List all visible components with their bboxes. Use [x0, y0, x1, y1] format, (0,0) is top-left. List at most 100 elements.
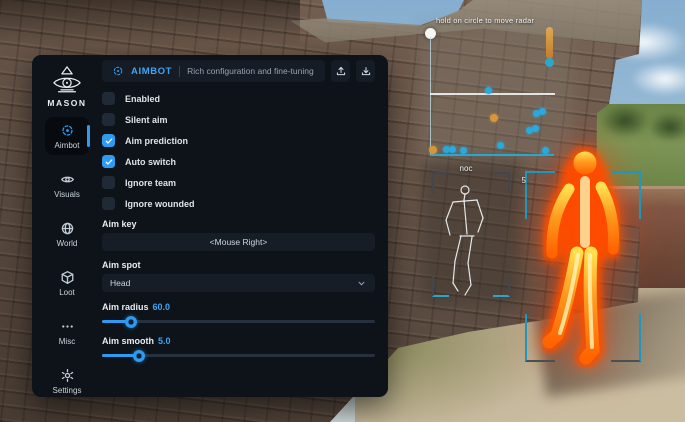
globe-icon — [60, 221, 75, 236]
skeleton-esp: noc 5 — [432, 166, 516, 300]
tree — [648, 112, 685, 142]
slider-track[interactable] — [102, 320, 375, 323]
checkbox-label: Enabled — [125, 94, 160, 104]
sidebar-item-label: Visuals — [54, 190, 80, 199]
checkbox-label: Ignore wounded — [125, 199, 195, 209]
slider-value: 60.0 — [153, 302, 171, 312]
radar-midline — [430, 93, 555, 95]
sidebar-item-visuals[interactable]: Visuals — [45, 166, 89, 204]
upload-config-button[interactable] — [331, 60, 350, 82]
section-header: AIMBOT Rich configuration and fine-tunin… — [102, 60, 325, 82]
upload-icon — [335, 65, 347, 77]
radar-dot-orange — [490, 114, 498, 122]
radar-dot-cyan — [485, 87, 492, 94]
eye-icon — [60, 172, 75, 187]
sidebar-nav: Aimbot Visuals World Loot Misc Settings — [32, 117, 102, 400]
header-divider — [179, 66, 180, 77]
checkbox[interactable] — [102, 176, 115, 189]
game-screen: hold on circle to move radar noc 5 — [0, 0, 685, 422]
radar-dot-orange — [429, 146, 437, 154]
chevron-down-icon — [356, 278, 367, 289]
all-seeing-eye-icon — [48, 65, 86, 95]
radar-dot-cyan — [542, 147, 549, 154]
checkbox[interactable] — [102, 134, 115, 147]
tree — [600, 104, 650, 138]
reticle-icon — [112, 65, 124, 77]
sidebar-item-label: World — [57, 239, 78, 248]
sidebar-item-label: Aimbot — [55, 141, 80, 150]
checkbox-label: Aim prediction — [125, 136, 188, 146]
section-title: AIMBOT — [131, 66, 172, 77]
radar-dot-cyan — [460, 147, 467, 154]
aim-spot-select[interactable]: Head — [102, 274, 375, 292]
download-icon — [360, 65, 372, 77]
slider-thumb[interactable] — [125, 316, 137, 328]
dots-icon — [60, 319, 75, 334]
check-icon — [104, 136, 114, 146]
slider-label: Aim radius — [102, 302, 149, 312]
radar-bottom-border — [430, 154, 554, 156]
checkbox-row-auto-switch[interactable]: Auto switch — [102, 155, 375, 168]
aim-key-label: Aim key — [102, 219, 375, 229]
cloud — [630, 62, 685, 96]
radar-dot-cyan — [539, 108, 546, 115]
checkbox[interactable] — [102, 92, 115, 105]
crosshair-icon — [60, 123, 75, 138]
aim-key-button[interactable]: <Mouse Right> — [102, 233, 375, 251]
checkbox-row-enabled[interactable]: Enabled — [102, 92, 375, 105]
aim-spot-value: Head — [110, 278, 356, 288]
aimbot-tab-content: AIMBOT Rich configuration and fine-tunin… — [102, 55, 375, 397]
radar-left-border — [430, 37, 431, 154]
player-bracket-corner — [525, 171, 555, 219]
player-bracket — [525, 171, 641, 362]
slider-aim-smooth: Aim smooth 5.0 — [102, 336, 375, 357]
radar-dot-cyan — [449, 146, 456, 153]
radar-dot-cyan — [497, 142, 504, 149]
aim-spot-label: Aim spot — [102, 260, 375, 270]
hold-progress-bar — [546, 27, 553, 59]
slider-label: Aim smooth — [102, 336, 154, 346]
esp-distance: 5 — [522, 176, 526, 185]
cheat-menu-panel: MASON Aimbot Visuals World Loot Misc Set… — [32, 55, 388, 397]
radar-overlay: hold on circle to move radar — [430, 33, 555, 154]
checkbox-row-ignore-wounded[interactable]: Ignore wounded — [102, 197, 375, 210]
sidebar-item-world[interactable]: World — [45, 215, 89, 253]
checkbox-label: Ignore team — [125, 178, 176, 188]
hold-progress-cap — [545, 58, 554, 67]
cube-icon — [60, 270, 75, 285]
slider-value: 5.0 — [158, 336, 171, 346]
sidebar: MASON Aimbot Visuals World Loot Misc Set… — [32, 55, 102, 397]
checkbox-row-silent-aim[interactable]: Silent aim — [102, 113, 375, 126]
brand-name: MASON — [47, 98, 86, 108]
radar-dot-cyan — [532, 125, 539, 132]
download-config-button[interactable] — [356, 60, 375, 82]
sidebar-item-misc[interactable]: Misc — [45, 313, 89, 351]
player-bracket-corner — [611, 314, 641, 362]
checkbox-row-aim-prediction[interactable]: Aim prediction — [102, 134, 375, 147]
checkbox-list: Enabled Silent aim Aim prediction Auto s… — [102, 92, 375, 210]
checkbox[interactable] — [102, 113, 115, 126]
sidebar-item-label: Loot — [59, 288, 75, 297]
slider-thumb[interactable] — [133, 350, 145, 362]
sidebar-item-aimbot[interactable]: Aimbot — [45, 117, 89, 155]
check-icon — [104, 157, 114, 167]
slider-track[interactable] — [102, 354, 375, 357]
checkbox-label: Auto switch — [125, 157, 176, 167]
skeleton-bones — [432, 174, 516, 300]
radar-hint-text: hold on circle to move radar — [436, 16, 596, 25]
brand-logo: MASON — [47, 65, 86, 108]
player-bracket-corner — [611, 171, 641, 219]
section-subtitle: Rich configuration and fine-tuning — [187, 66, 314, 76]
slider-aim-radius: Aim radius 60.0 — [102, 302, 375, 323]
gear-icon — [60, 368, 75, 383]
checkbox[interactable] — [102, 155, 115, 168]
player-bracket-corner — [525, 314, 555, 362]
sidebar-item-settings[interactable]: Settings — [45, 362, 89, 400]
wall-shading — [0, 0, 300, 46]
checkbox-row-ignore-team[interactable]: Ignore team — [102, 176, 375, 189]
sidebar-item-label: Settings — [53, 386, 82, 395]
sidebar-item-label: Misc — [59, 337, 75, 346]
checkbox[interactable] — [102, 197, 115, 210]
checkbox-label: Silent aim — [125, 115, 168, 125]
sidebar-item-loot[interactable]: Loot — [45, 264, 89, 302]
